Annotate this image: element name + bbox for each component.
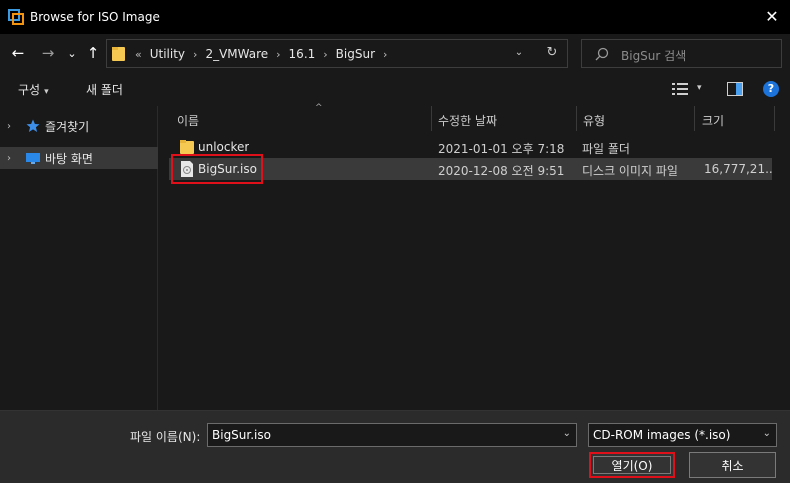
view-dropdown-icon[interactable]: ▾ — [697, 83, 702, 93]
chevron-down-icon[interactable]: ⌄ — [763, 428, 771, 439]
list-item[interactable]: unlocker 2021-01-01 오후 7:18 파일 폴더 — [169, 136, 772, 158]
filetype-value: CD-ROM images (*.iso) — [593, 428, 731, 442]
breadcrumb-16-1[interactable]: 16.1 — [285, 47, 320, 61]
folder-icon — [112, 47, 125, 61]
column-header-modified[interactable]: 수정한 날짜 — [438, 106, 576, 131]
folder-icon — [180, 140, 194, 154]
column-header-name[interactable]: 이름 ^ — [177, 103, 429, 131]
column-divider[interactable] — [694, 106, 695, 131]
command-toolbar: 구성 ▾ 새 폴더 ▾ ? — [0, 72, 790, 106]
file-modified: 2020-12-08 오전 9:51 — [438, 164, 565, 178]
chevron-down-icon[interactable]: ⌄ — [563, 428, 571, 439]
search-placeholder: BigSur 검색 — [621, 49, 687, 63]
recent-locations-button[interactable]: ⌄ — [62, 43, 82, 63]
sidebar-item-label: 즐겨찾기 — [45, 119, 90, 134]
cancel-button[interactable]: 취소 — [689, 452, 776, 478]
address-bar[interactable]: « Utility › 2_VMWare › 16.1 › BigSur › ⌄… — [106, 39, 568, 68]
organize-label: 구성 — [18, 83, 41, 97]
sidebar-item-label: 바탕 화면 — [45, 151, 93, 166]
breadcrumb-2-vmware[interactable]: 2_VMWare — [201, 47, 272, 61]
column-divider[interactable] — [774, 106, 775, 131]
new-folder-button[interactable]: 새 폴더 — [86, 81, 123, 98]
sidebar-item-desktop[interactable]: › 바탕 화면 — [0, 147, 158, 169]
view-options-icon[interactable] — [672, 82, 688, 96]
breadcrumb-separator[interactable]: › — [319, 48, 331, 61]
breadcrumb-separator[interactable]: › — [272, 48, 284, 61]
disc-image-icon — [181, 161, 193, 177]
column-header-size[interactable]: 크기 — [702, 106, 772, 131]
breadcrumb-bigsur[interactable]: BigSur — [332, 47, 379, 61]
expand-icon[interactable]: › — [7, 153, 11, 164]
help-icon[interactable]: ? — [763, 81, 779, 97]
breadcrumb-utility[interactable]: Utility — [146, 47, 189, 61]
expand-icon[interactable]: › — [7, 121, 11, 132]
dialog-footer: 파일 이름(N): BigSur.iso ⌄ CD-ROM images (*.… — [0, 410, 790, 483]
filename-label: 파일 이름(N): — [130, 430, 201, 444]
breadcrumb-overflow[interactable]: « — [131, 48, 146, 61]
open-button[interactable]: 열기(O) — [589, 452, 675, 478]
column-divider[interactable] — [431, 106, 432, 131]
navigation-pane: › 즐겨찾기 › 바탕 화면 — [0, 106, 158, 410]
forward-button[interactable]: → — [38, 43, 58, 63]
file-type: 디스크 이미지 파일 — [582, 164, 678, 178]
filetype-select[interactable]: CD-ROM images (*.iso) ⌄ — [588, 423, 777, 447]
sort-ascending-icon: ^ — [315, 103, 323, 113]
file-list: 이름 ^ 수정한 날짜 유형 크기 unlocker 2021-01-01 오후… — [159, 103, 790, 410]
file-type: 파일 폴더 — [582, 142, 630, 156]
breadcrumb-separator[interactable]: › — [189, 48, 201, 61]
filename-field[interactable]: BigSur.iso ⌄ — [207, 423, 577, 447]
back-button[interactable]: ← — [8, 43, 28, 63]
search-input[interactable]: BigSur 검색 — [581, 39, 782, 68]
navigation-bar: ← → ⌄ ↑ « Utility › 2_VMWare › 16.1 › Bi… — [0, 34, 790, 72]
refresh-icon[interactable]: ↻ — [544, 45, 560, 61]
close-button[interactable]: ✕ — [754, 0, 790, 32]
title-bar: Browse for ISO Image ✕ — [0, 0, 790, 34]
organize-dropdown-icon: ▾ — [44, 87, 49, 97]
breadcrumb-separator[interactable]: › — [379, 48, 391, 61]
open-button-label: 열기(O) — [593, 456, 671, 474]
desktop-icon — [26, 153, 40, 164]
window-title: Browse for ISO Image — [30, 10, 160, 24]
column-header-label: 이름 — [177, 114, 200, 128]
chevron-down-icon[interactable]: ⌄ — [511, 47, 527, 61]
column-header-type[interactable]: 유형 — [583, 106, 693, 131]
organize-button[interactable]: 구성 ▾ — [18, 81, 49, 98]
search-icon — [595, 47, 609, 61]
sidebar-item-favorites[interactable]: › 즐겨찾기 — [0, 115, 158, 137]
vmware-app-icon — [8, 9, 24, 25]
file-size: 16,777,21... — [704, 162, 772, 176]
filename-value: BigSur.iso — [212, 428, 271, 442]
file-name: unlocker — [198, 140, 250, 154]
up-button[interactable]: ↑ — [83, 43, 103, 63]
file-name: BigSur.iso — [198, 162, 257, 176]
breadcrumb: « Utility › 2_VMWare › 16.1 › BigSur › — [131, 47, 391, 61]
list-item[interactable]: BigSur.iso 2020-12-08 오전 9:51 디스크 이미지 파일… — [169, 158, 772, 180]
star-icon — [26, 119, 40, 132]
column-divider[interactable] — [576, 106, 577, 131]
preview-pane-icon[interactable] — [727, 82, 743, 96]
file-modified: 2021-01-01 오후 7:18 — [438, 142, 565, 156]
